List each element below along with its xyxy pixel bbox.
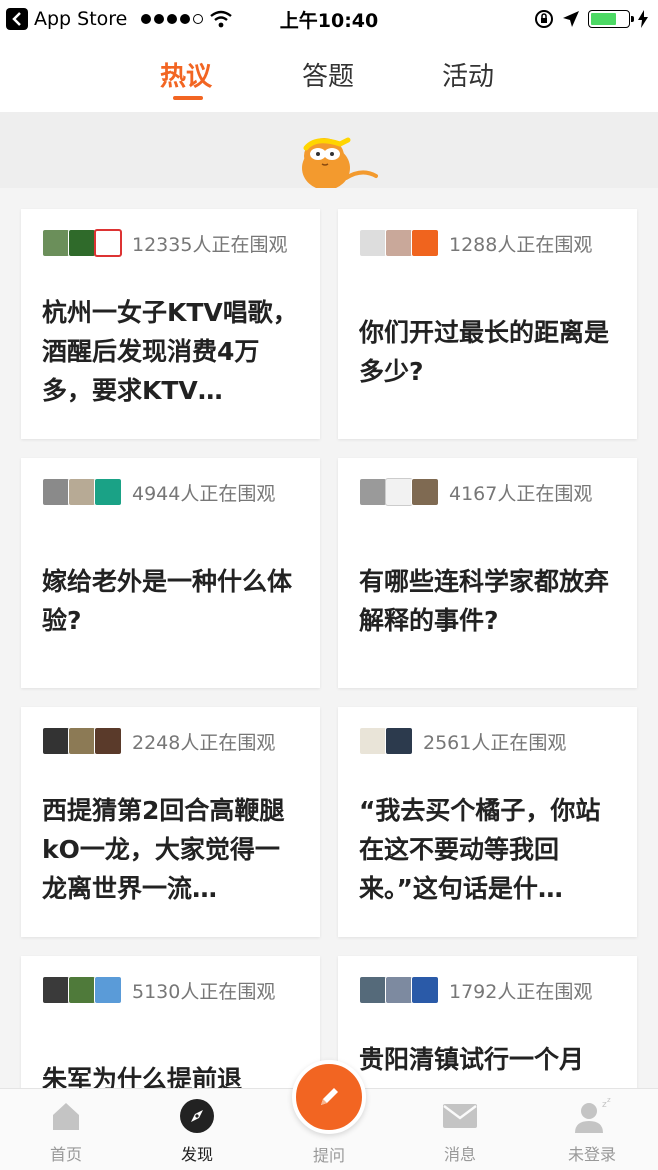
avatar xyxy=(385,229,413,257)
nav-profile[interactable]: zz 未登录 xyxy=(532,1089,652,1170)
nav-messages[interactable]: 消息 xyxy=(400,1089,520,1170)
watcher-avatars xyxy=(359,229,439,257)
topic-card[interactable]: 5130人正在围观 朱军为什么提前退 xyxy=(21,956,320,1088)
top-tab-bar: 热议 答题 活动 xyxy=(0,38,658,112)
watcher-count: 12335人正在围观 xyxy=(132,233,288,256)
watcher-avatars xyxy=(359,976,439,1004)
topic-title: 嫁给老外是一种什么体验? xyxy=(42,567,293,635)
watcher-count: 4944人正在围观 xyxy=(132,482,276,505)
nav-home[interactable]: 首页 xyxy=(6,1089,126,1170)
battery-icon xyxy=(588,10,634,28)
active-tab-indicator xyxy=(173,96,203,100)
nav-label: 发现 xyxy=(180,1145,213,1164)
watcher-count: 4167人正在围观 xyxy=(449,482,593,505)
watcher-count: 1792人正在围观 xyxy=(449,980,593,1003)
avatar xyxy=(359,976,387,1004)
avatar xyxy=(94,229,122,257)
topic-title: 有哪些连科学家都放弃解释的事件? xyxy=(359,567,610,635)
nav-label: 未登录 xyxy=(567,1145,616,1164)
avatar xyxy=(359,229,387,257)
envelope-icon xyxy=(442,1097,478,1135)
home-icon xyxy=(49,1097,83,1135)
avatar xyxy=(42,727,70,755)
watcher-count: 5130人正在围观 xyxy=(132,980,276,1003)
watcher-avatars xyxy=(42,229,122,257)
avatar xyxy=(94,727,122,755)
avatar xyxy=(68,478,96,506)
avatar xyxy=(359,478,387,506)
avatar xyxy=(68,976,96,1004)
avatar xyxy=(359,727,387,755)
topic-title: 杭州一女子KTV唱歌，酒醒后发现消费4万多，要求KTV… xyxy=(42,298,298,405)
topic-card[interactable]: 1792人正在围观 贵阳清镇试行一个月 xyxy=(338,956,637,1088)
avatar xyxy=(411,976,439,1004)
avatar xyxy=(42,478,70,506)
watcher-count: 2248人正在围观 xyxy=(132,731,276,754)
topic-title: 贵阳清镇试行一个月 xyxy=(359,1045,585,1074)
watcher-count: 1288人正在围观 xyxy=(449,233,593,256)
pencil-icon xyxy=(321,1088,338,1105)
rotation-lock-icon xyxy=(535,10,553,28)
avatar xyxy=(42,229,70,257)
topic-card[interactable]: 4167人正在围观 有哪些连科学家都放弃解释的事件? xyxy=(338,458,637,688)
watcher-count: 2561人正在围观 xyxy=(423,731,567,754)
topic-card[interactable]: 2248人正在围观 西提猜第2回合高鞭腿kO一龙，大家觉得一龙离世界一流… xyxy=(21,707,320,937)
avatar xyxy=(385,976,413,1004)
watcher-avatars xyxy=(359,478,439,506)
avatar xyxy=(94,976,122,1004)
location-arrow-icon xyxy=(563,11,579,27)
topic-feed[interactable]: 12335人正在围观 杭州一女子KTV唱歌，酒醒后发现消费4万多，要求KTV… … xyxy=(0,188,658,1088)
watcher-avatars xyxy=(359,727,413,755)
avatar xyxy=(68,229,96,257)
topic-title: 西提猜第2回合高鞭腿kO一龙，大家觉得一龙离世界一流… xyxy=(42,796,285,903)
nav-label: 首页 xyxy=(49,1145,82,1164)
watcher-avatars xyxy=(42,478,122,506)
topic-title: 朱军为什么提前退 xyxy=(42,1065,243,1088)
nav-label: 消息 xyxy=(443,1145,476,1164)
mascot-monkey-icon xyxy=(302,137,378,188)
avatar xyxy=(94,478,122,506)
topic-card[interactable]: 12335人正在围观 杭州一女子KTV唱歌，酒醒后发现消费4万多，要求KTV… xyxy=(21,209,320,439)
back-app-label[interactable]: App Store xyxy=(34,8,127,30)
avatar xyxy=(385,478,413,506)
topic-card[interactable]: 4944人正在围观 嫁给老外是一种什么体验? xyxy=(21,458,320,688)
nav-discover[interactable]: 发现 xyxy=(137,1089,257,1170)
topic-card[interactable]: 1288人正在围观 你们开过最长的距离是多少? xyxy=(338,209,637,439)
avatar xyxy=(411,229,439,257)
avatar xyxy=(411,478,439,506)
tab-hot-topics[interactable]: 热议 xyxy=(160,56,212,93)
topic-card[interactable]: 2561人正在围观 “我去买个橘子，你站在这不要动等我回来。”这句话是什… xyxy=(338,707,637,937)
compass-icon xyxy=(179,1097,215,1135)
charging-bolt-icon xyxy=(638,10,648,28)
svg-text:z: z xyxy=(607,1097,611,1104)
back-arrow-icon[interactable] xyxy=(6,8,28,30)
topic-title: 你们开过最长的距离是多少? xyxy=(359,318,610,386)
avatar xyxy=(385,727,413,755)
signal-dots-icon xyxy=(141,14,204,24)
ask-question-label[interactable]: 提问 xyxy=(292,1142,366,1166)
watcher-avatars xyxy=(42,727,122,755)
tab-activities[interactable]: 活动 xyxy=(442,56,494,93)
tab-answer[interactable]: 答题 xyxy=(302,56,354,93)
watcher-avatars xyxy=(42,976,122,1004)
avatar xyxy=(68,727,96,755)
avatar xyxy=(42,976,70,1004)
wifi-icon xyxy=(210,10,233,28)
ask-question-button[interactable] xyxy=(292,1060,366,1134)
topic-title: “我去买个橘子，你站在这不要动等我回来。”这句话是什… xyxy=(359,796,601,903)
user-sleep-icon: zz xyxy=(572,1097,612,1135)
status-bar: App Store 上午10:40 xyxy=(0,0,658,38)
